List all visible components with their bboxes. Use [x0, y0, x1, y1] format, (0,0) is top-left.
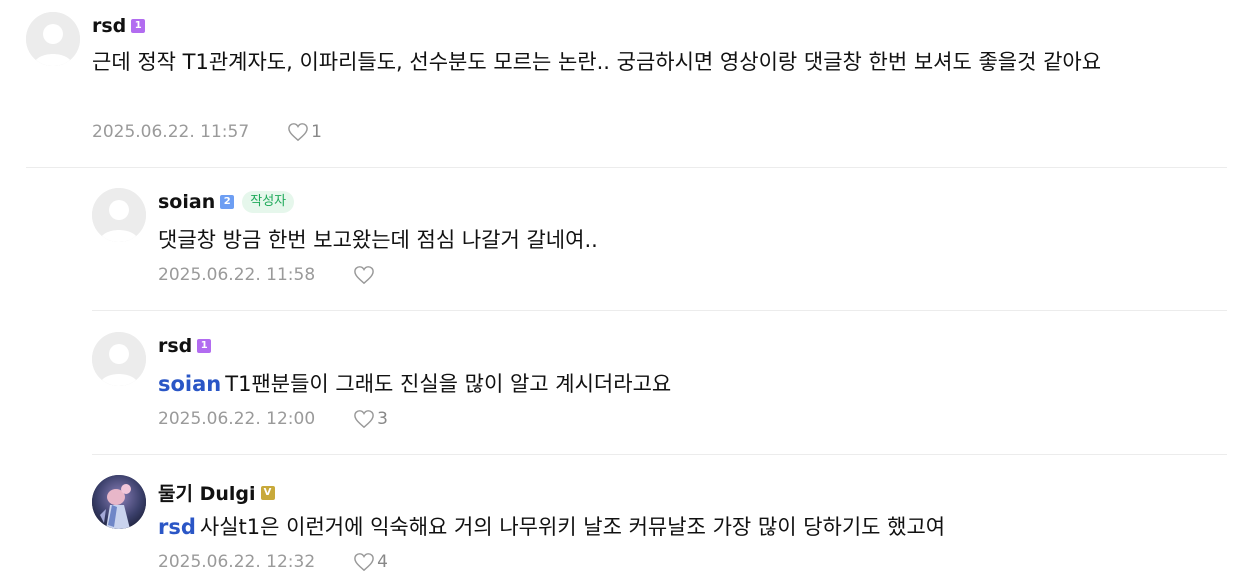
comment-text: 댓글창 방금 한번 보고왔는데 점심 나갈거 갈네여.. [158, 223, 1208, 258]
comment-body: 근데 정작 T1관계자도, 이파리들도, 선수분도 모르는 논란.. 궁금하시면… [92, 50, 1102, 74]
comment-divider [92, 454, 1227, 455]
comment-author[interactable]: 둘기 Dulgi V [158, 479, 275, 506]
heart-outline-icon [354, 266, 374, 285]
grade-badge-icon: 1 [131, 19, 146, 33]
comment-divider [92, 310, 1227, 311]
grade-badge-icon: V [260, 485, 275, 500]
comment-body: 사실t1은 이런거에 익숙해요 거의 나무위키 날조 커뮤날조 가장 많이 당하… [199, 515, 946, 539]
like-count: 3 [377, 409, 388, 429]
like-button[interactable]: 3 [353, 409, 388, 429]
author-nickname[interactable]: rsd [158, 335, 192, 357]
like-button[interactable]: 1 [287, 122, 322, 142]
comment-list-page: { "comments": [ { "nickname": "rsd", "gr… [0, 0, 1251, 588]
comment-author[interactable]: rsd 1 [158, 335, 212, 357]
comment-text: rsd 사실t1은 이런거에 익숙해요 거의 나무위키 날조 커뮤날조 가장 많이… [158, 510, 1208, 545]
comment-text: 근데 정작 T1관계자도, 이파리들도, 선수분도 모르는 논란.. 궁금하시면… [92, 45, 1192, 80]
comment-date: 2025.06.22. 11:58 [158, 265, 316, 285]
grade-badge-icon: 1 [197, 339, 212, 353]
heart-outline-icon [354, 553, 374, 572]
like-button[interactable] [353, 265, 377, 285]
heart-outline-icon [354, 410, 374, 429]
default-profile-icon[interactable] [92, 188, 146, 242]
like-count: 4 [377, 552, 388, 572]
comment-divider [26, 167, 1227, 168]
comment-author[interactable]: soian 2 작성자 [158, 191, 295, 213]
comment-meta: 2025.06.22. 12:32 4 [158, 552, 388, 572]
author-nickname[interactable]: 둘기 Dulgi [158, 479, 256, 506]
like-button[interactable]: 4 [353, 552, 388, 572]
comment-body: T1팬분들이 그래도 진실을 많이 알고 계시더라고요 [225, 372, 672, 396]
comment-date: 2025.06.22. 12:00 [158, 409, 316, 429]
mention-link[interactable]: rsd [158, 515, 196, 539]
comment-body: 댓글창 방금 한번 보고왔는데 점심 나갈거 갈네여.. [158, 228, 598, 252]
comment-date: 2025.06.22. 12:32 [158, 552, 316, 572]
author-nickname[interactable]: rsd [92, 15, 126, 37]
comment-date: 2025.06.22. 11:57 [92, 122, 250, 142]
writer-badge: 작성자 [242, 191, 295, 213]
heart-outline-icon [288, 123, 308, 142]
comment-meta: 2025.06.22. 11:58 [158, 265, 377, 285]
comment-meta: 2025.06.22. 12:00 3 [158, 409, 388, 429]
comment-author[interactable]: rsd 1 [92, 15, 146, 37]
like-count: 1 [311, 122, 322, 142]
default-profile-icon[interactable] [26, 12, 80, 66]
grade-badge-icon: 2 [220, 195, 235, 209]
comment-meta: 2025.06.22. 11:57 1 [92, 122, 322, 142]
comment-text: soian T1팬분들이 그래도 진실을 많이 알고 계시더라고요 [158, 367, 1208, 402]
author-nickname[interactable]: soian [158, 191, 215, 213]
default-profile-icon[interactable] [92, 332, 146, 386]
user-profile-avatar[interactable] [92, 475, 146, 529]
mention-link[interactable]: soian [158, 372, 221, 396]
